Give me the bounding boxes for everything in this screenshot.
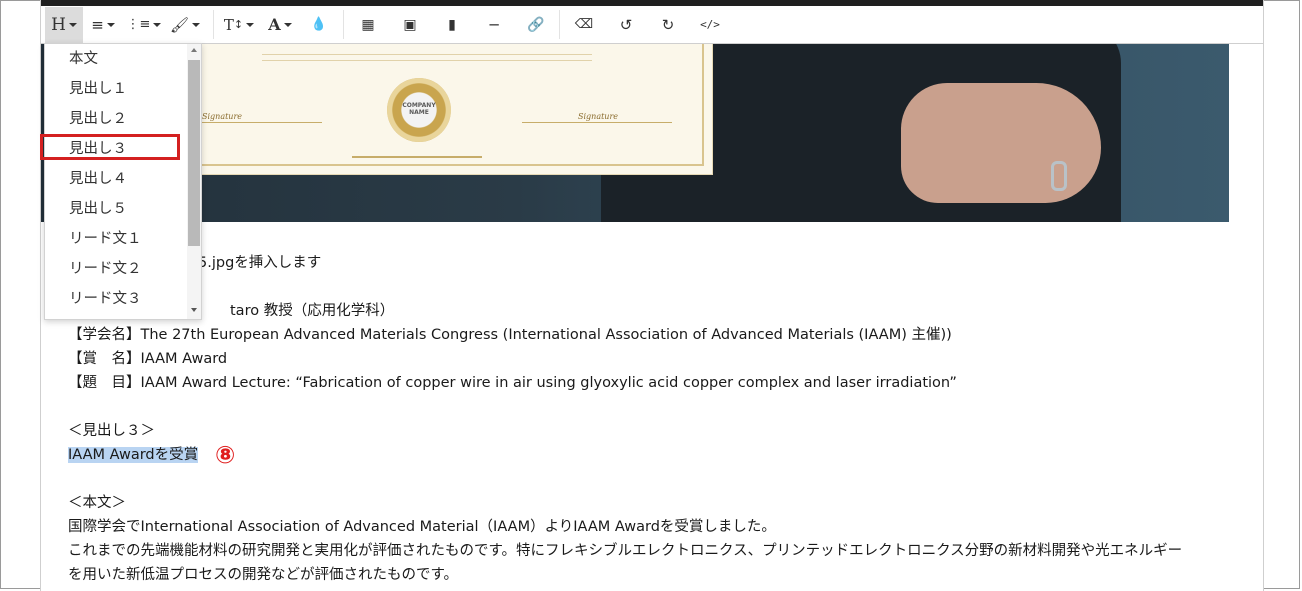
style-dropdown-button[interactable]: 🖌 xyxy=(165,7,205,43)
redo-button[interactable]: ↻ xyxy=(647,7,689,43)
horizontal-rule-icon: ─ xyxy=(489,15,499,34)
list-icon: ⋮≡ xyxy=(126,17,151,32)
list-dropdown-button[interactable]: ⋮≡ xyxy=(123,7,165,43)
eraser-icon: ⌫ xyxy=(574,17,594,32)
redo-icon: ↻ xyxy=(661,15,675,34)
font-color-dropdown-button[interactable]: A xyxy=(259,7,301,43)
code-view-button[interactable]: </> xyxy=(689,7,731,43)
insert-link-button[interactable]: 🔗 xyxy=(515,7,557,43)
body-paragraph-line-1: 国際学会でInternational Association of Advanc… xyxy=(68,519,776,535)
step-8-marker: ⑧ xyxy=(215,441,236,469)
menu-item-heading-1[interactable]: 見出し１ xyxy=(69,74,127,104)
award-line: 【賞 名】IAAM Award xyxy=(68,351,228,367)
undo-icon: ↺ xyxy=(619,15,633,34)
clear-format-button[interactable]: ⌫ xyxy=(563,7,605,43)
heading-icon: H xyxy=(51,14,66,35)
text-size-icon: T xyxy=(223,15,234,34)
editor-toolbar: H ≡ ⋮≡ 🖌 T ↕ A 💧 ▦ ▣ ▮ ─ 🔗 ⌫ ↺ ↻ </> xyxy=(41,6,1263,44)
body-tag: ＜本文＞ xyxy=(68,495,126,511)
heading-dropdown-menu: 本文 見出し１ 見出し２ 見出し３ 見出し４ 見出し５ リード文１ リード文２ … xyxy=(44,43,202,320)
file-icon: ▮ xyxy=(448,16,456,33)
insert-image-button[interactable]: ▣ xyxy=(389,7,431,43)
society-line: 【学会名】The 27th European Advanced Material… xyxy=(68,327,952,343)
align-justify-icon: ≡ xyxy=(91,15,104,34)
menu-item-body[interactable]: 本文 xyxy=(69,44,98,74)
scroll-up-arrow-icon[interactable] xyxy=(191,48,197,52)
image-icon: ▣ xyxy=(403,16,417,33)
heading-dropdown-button[interactable]: H xyxy=(45,6,83,43)
selected-menu-item-highlight xyxy=(40,134,180,160)
scroll-down-arrow-icon[interactable] xyxy=(191,308,197,312)
menu-item-lead-2[interactable]: リード文２ xyxy=(69,254,142,284)
certificate-signature-right: Signature xyxy=(578,112,619,121)
undo-button[interactable]: ↺ xyxy=(605,7,647,43)
paintbrush-icon: 🖌 xyxy=(169,15,190,34)
menu-item-heading-4[interactable]: 見出し４ xyxy=(69,164,127,194)
insert-table-button[interactable]: ▦ xyxy=(347,7,389,43)
table-icon: ▦ xyxy=(361,16,375,33)
menu-item-heading-5[interactable]: 見出し５ xyxy=(69,194,127,224)
medal-badge: COMPANY NAME xyxy=(387,78,451,142)
scrollbar-thumb[interactable] xyxy=(188,60,200,246)
heading3-text[interactable]: IAAM Awardを受賞 xyxy=(68,445,199,465)
menu-item-lead-3[interactable]: リード文３ xyxy=(69,284,142,314)
inserted-image[interactable]: Signature Signature COMPANY NAME xyxy=(41,43,1229,222)
hand-shape xyxy=(901,83,1101,203)
insert-file-button[interactable]: ▮ xyxy=(431,7,473,43)
link-icon: 🔗 xyxy=(527,16,545,33)
font-size-dropdown-button[interactable]: T ↕ xyxy=(219,7,259,43)
highlight-color-button[interactable]: 💧 xyxy=(301,7,337,43)
insert-note: 5.jpgを挿入します xyxy=(198,255,322,271)
dropdown-scrollbar[interactable] xyxy=(187,44,201,319)
horizontal-rule-button[interactable]: ─ xyxy=(473,7,515,43)
font-color-icon: A xyxy=(268,15,281,34)
code-icon: </> xyxy=(700,18,720,31)
title-line: 【題 目】IAAM Award Lecture: “Fabrication of… xyxy=(68,375,957,391)
rich-text-editor[interactable]: H ≡ ⋮≡ 🖌 T ↕ A 💧 ▦ ▣ ▮ ─ 🔗 ⌫ ↺ ↻ </> Sig… xyxy=(40,0,1264,591)
selected-text[interactable]: IAAM Awardを受賞 xyxy=(68,447,199,463)
droplet-icon: 💧 xyxy=(310,17,328,32)
ring-shape xyxy=(1051,161,1067,191)
align-dropdown-button[interactable]: ≡ xyxy=(83,7,123,43)
recipient-line: taro 教授（応用化学科） xyxy=(230,303,395,319)
menu-item-lead-1[interactable]: リード文１ xyxy=(69,224,142,254)
menu-item-heading-2[interactable]: 見出し２ xyxy=(69,104,127,134)
heading3-tag: ＜見出し３＞ xyxy=(68,423,155,439)
certificate-signature-left: Signature xyxy=(202,112,243,121)
body-paragraph-line-3: を用いた新低温プロセスの開発などが評価されたものです。 xyxy=(68,567,459,583)
body-paragraph-line-2: これまでの先端機能材料の研究開発と実用化が評価されたものです。特にフレキシブルエ… xyxy=(68,543,1183,559)
